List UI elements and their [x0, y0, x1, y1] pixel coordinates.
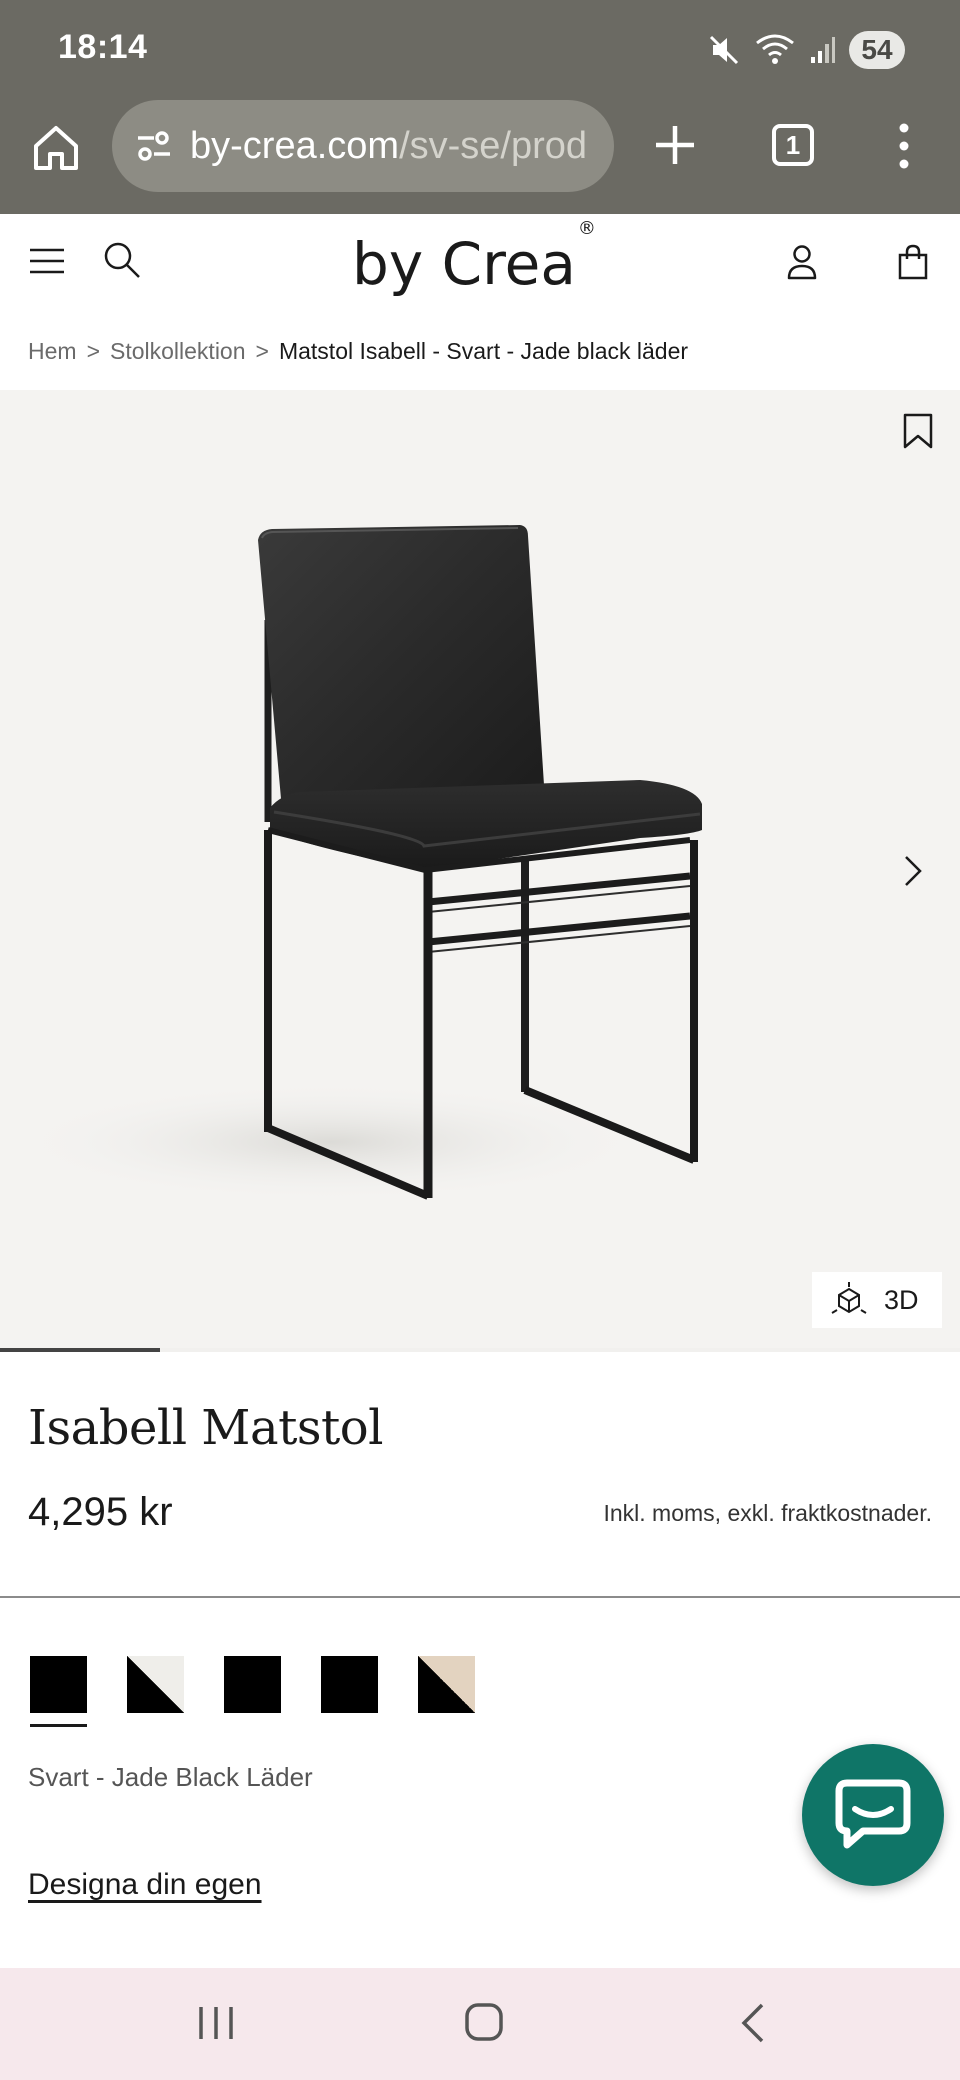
- design-your-own-link[interactable]: Designa din egen: [28, 1868, 262, 1902]
- more-options-icon[interactable]: [892, 120, 916, 172]
- color-swatch-3[interactable]: [224, 1656, 281, 1713]
- color-swatch-1[interactable]: [30, 1656, 87, 1727]
- home-icon[interactable]: [464, 2002, 504, 2042]
- search-icon[interactable]: [102, 240, 142, 280]
- breadcrumb-separator: >: [86, 338, 100, 364]
- color-swatch-2[interactable]: [127, 1656, 184, 1713]
- browser-home-icon[interactable]: [30, 122, 82, 174]
- selected-color-name: Svart - Jade Black Läder: [28, 1762, 313, 1792]
- color-swatch-4[interactable]: [321, 1656, 378, 1713]
- chat-bubble-icon: [835, 1779, 911, 1849]
- account-icon[interactable]: [786, 244, 818, 280]
- product-title: Isabell Matstol: [28, 1400, 384, 1456]
- status-bar: 18:14 54: [0, 0, 960, 100]
- site-settings-icon[interactable]: [134, 126, 174, 166]
- tab-switcher-button[interactable]: 1: [772, 124, 814, 166]
- chevron-right-icon[interactable]: [902, 854, 924, 888]
- wifi-icon: [756, 34, 794, 64]
- product-price: 4,295 kr: [28, 1490, 173, 1534]
- back-icon[interactable]: [740, 2002, 766, 2044]
- view-3d-label: 3D: [884, 1284, 919, 1315]
- address-bar[interactable]: by-crea.com/sv-se/prod: [112, 100, 614, 192]
- breadcrumb-home[interactable]: Hem: [28, 338, 77, 365]
- color-swatches: [30, 1656, 475, 1727]
- breadcrumb-collection[interactable]: Stolkollektion: [110, 338, 246, 365]
- battery-indicator: 54: [849, 31, 905, 69]
- browser-toolbar: by-crea.com/sv-se/prod 1: [0, 100, 960, 214]
- logo-text: by Crea: [352, 230, 576, 298]
- chat-button[interactable]: [802, 1744, 944, 1886]
- status-icons: 54: [707, 26, 905, 74]
- color-swatch-5[interactable]: [418, 1656, 475, 1713]
- recent-apps-icon[interactable]: [196, 2004, 236, 2042]
- url-path: /sv-se/prod: [399, 124, 588, 167]
- status-time: 18:14: [58, 28, 148, 66]
- shopping-bag-icon[interactable]: [898, 244, 928, 280]
- bookmark-icon[interactable]: [902, 412, 934, 450]
- site-header: by Crea®: [0, 214, 960, 314]
- menu-icon[interactable]: [28, 246, 66, 276]
- breadcrumb-separator: >: [255, 338, 269, 364]
- product-photo-chair: [10, 525, 702, 1202]
- breadcrumb: Hem > Stolkollektion > Matstol Isabell -…: [28, 338, 688, 365]
- registered-mark: ®: [577, 217, 596, 239]
- section-divider: [0, 1596, 960, 1598]
- tax-note: Inkl. moms, exkl. fraktkostnader.: [603, 1500, 932, 1526]
- signal-icon: [811, 37, 835, 63]
- product-gallery[interactable]: 3D: [0, 390, 960, 1350]
- new-tab-icon[interactable]: [652, 122, 698, 168]
- system-nav-bar: [0, 1968, 960, 2080]
- breadcrumb-current: Matstol Isabell - Svart - Jade black läd…: [278, 338, 689, 364]
- gallery-progress-fill: [0, 1348, 161, 1352]
- view-3d-button[interactable]: 3D: [812, 1272, 942, 1328]
- url-text: by-crea.com/sv-se/prod: [190, 125, 587, 168]
- brand-logo[interactable]: by Crea®: [352, 218, 596, 298]
- url-domain: by-crea.com: [190, 124, 400, 167]
- 3d-cube-icon: [831, 1282, 867, 1314]
- mute-icon: [709, 35, 739, 65]
- gallery-progress-track: [0, 1348, 960, 1352]
